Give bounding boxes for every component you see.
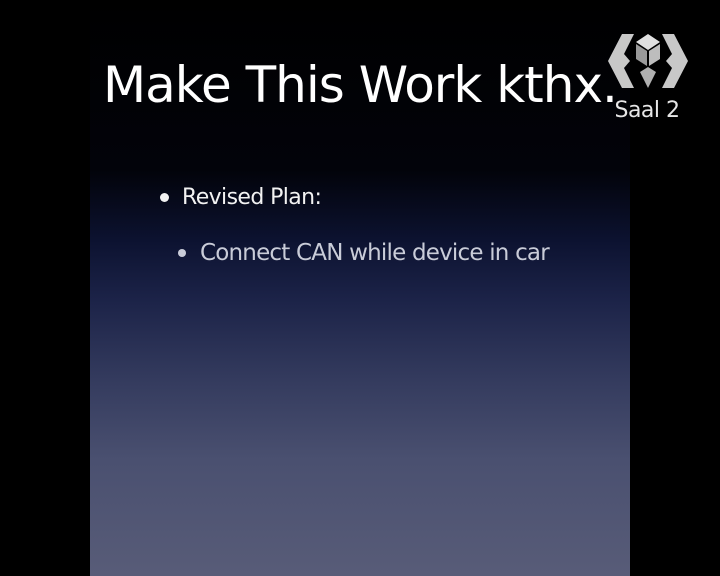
room-label: Saal 2 xyxy=(614,98,680,123)
bullet-item: Revised Plan: xyxy=(160,181,322,213)
bullet-text: Revised Plan: xyxy=(182,184,322,210)
video-frame: Make This Work kthx. Revised Plan: Conne… xyxy=(0,0,720,576)
ccc-cube-logo-icon xyxy=(608,34,688,88)
sub-bullet-text: Connect CAN while device in car xyxy=(200,240,550,266)
sub-bullet-item: Connect CAN while device in car xyxy=(178,236,550,270)
sub-bullet-dot-icon xyxy=(178,249,186,257)
bullet-dot-icon xyxy=(160,192,169,202)
